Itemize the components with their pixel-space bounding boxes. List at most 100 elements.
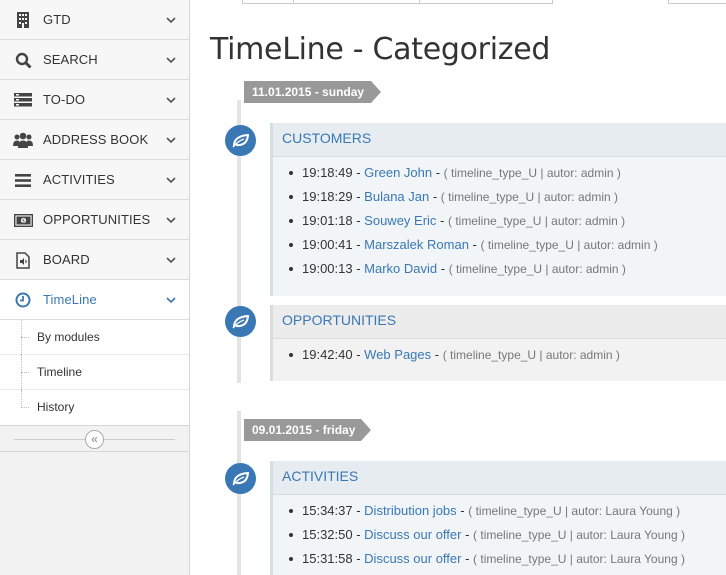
entry-time: 19:00:41 [302, 237, 353, 252]
users-icon [13, 130, 33, 150]
submenu-item-label: By modules [37, 330, 100, 344]
entry-meta: ( timeline_type_U | autor: admin ) [448, 262, 626, 276]
entry-meta: ( timeline_type_U | autor: Laura Young ) [468, 504, 681, 518]
submenu-item-label: History [37, 400, 75, 414]
sidebar-item-gtd[interactable]: GTD [0, 0, 189, 40]
tree-branch [21, 372, 29, 373]
double-chevron-left-icon[interactable]: « [85, 430, 104, 449]
entry-time: 19:18:49 [302, 165, 353, 180]
entry-link[interactable]: Discuss our offer [364, 527, 461, 542]
entry-link[interactable]: Web Pages [364, 347, 431, 362]
entry-list: 15:34:37 - Distribution jobs - ( timelin… [273, 495, 726, 575]
entry-time: 15:31:58 [302, 551, 353, 566]
entry-time: 19:42:40 [302, 347, 353, 362]
chevron-down-icon [166, 57, 176, 64]
sidebar-item-label: GTD [43, 12, 71, 27]
bars-icon [13, 170, 33, 190]
entry-time: 15:34:37 [302, 503, 353, 518]
entry-list: 19:42:40 - Web Pages - ( timeline_type_U… [273, 339, 726, 371]
tab-divider [293, 0, 294, 4]
top-right-fragment [668, 0, 726, 4]
money-icon: $ [13, 210, 33, 230]
server-list-icon [13, 90, 33, 110]
entry-link[interactable]: Discuss our offer [364, 551, 461, 566]
timeline-group-activities: ACTIVITIES 15:34:37 - Distribution jobs … [270, 461, 726, 575]
tree-branch [21, 337, 29, 338]
timeline-group-customers: CUSTOMERS 19:18:49 - Green John - ( time… [270, 123, 726, 296]
tree-line [21, 390, 22, 408]
entry-link[interactable]: Marszalek Roman [364, 237, 469, 252]
entry-link[interactable]: Bulana Jan [364, 189, 429, 204]
chevron-down-icon [166, 137, 176, 144]
entry-time: 15:32:50 [302, 527, 353, 542]
entry-link[interactable]: Distribution jobs [364, 503, 457, 518]
sidebar-item-todo[interactable]: TO-DO [0, 80, 189, 120]
list-item: 15:31:58 - Discuss our offer - ( timelin… [287, 551, 726, 575]
submenu-item-history[interactable]: History [0, 390, 189, 425]
list-item: 19:00:13 - Marko David - ( timeline_type… [287, 261, 726, 285]
entry-time: 19:01:18 [302, 213, 353, 228]
list-item: 19:18:29 - Bulana Jan - ( timeline_type_… [287, 189, 726, 213]
entry-meta: ( timeline_type_U | autor: Laura Young ) [473, 552, 685, 566]
tab-divider [419, 0, 420, 4]
list-item: 19:00:41 - Marszalek Roman - ( timeline_… [287, 237, 726, 261]
top-tabs-fragment [242, 0, 553, 4]
building-icon [13, 10, 33, 30]
list-item: 15:34:37 - Distribution jobs - ( timelin… [287, 503, 726, 527]
group-title: ACTIVITIES [273, 461, 726, 495]
tree-branch [21, 407, 29, 408]
chevron-down-icon [166, 177, 176, 184]
sidebar: GTD SEARCH TO-DO ADDRESS BOOK ACTIVITIES… [0, 0, 190, 575]
sidebar-item-label: OPPORTUNITIES [43, 212, 151, 227]
list-item: 19:18:49 - Green John - ( timeline_type_… [287, 165, 726, 189]
sidebar-item-label: TO-DO [43, 92, 86, 107]
entry-meta: ( timeline_type_U | autor: admin ) [440, 190, 618, 204]
entry-meta: ( timeline_type_U | autor: admin ) [443, 166, 621, 180]
sidebar-item-opportunities[interactable]: $ OPPORTUNITIES [0, 200, 189, 240]
timeline-group-opportunities: OPPORTUNITIES 19:42:40 - Web Pages - ( t… [270, 305, 726, 381]
sidebar-item-label: ADDRESS BOOK [43, 132, 149, 147]
leaf-icon [225, 306, 256, 337]
chevron-down-icon [166, 297, 176, 304]
entry-time: 19:18:29 [302, 189, 353, 204]
entry-link[interactable]: Marko David [364, 261, 437, 276]
audio-file-icon [13, 250, 33, 270]
chevron-down-icon [166, 257, 176, 264]
leaf-icon [225, 463, 256, 494]
list-item: 15:32:50 - Discuss our offer - ( timelin… [287, 527, 726, 551]
sidebar-item-timeline[interactable]: TimeLine [0, 280, 189, 320]
entry-meta: ( timeline_type_U | autor: admin ) [442, 348, 620, 362]
sidebar-item-label: ACTIVITIES [43, 172, 115, 187]
clock-icon [13, 290, 33, 310]
date-label: 09.01.2015 - friday [244, 419, 371, 441]
submenu-item-by-modules[interactable]: By modules [0, 320, 189, 355]
sidebar-item-label: TimeLine [43, 292, 97, 307]
page-title: TimeLine - Categorized [210, 32, 551, 67]
submenu-item-label: Timeline [37, 365, 82, 379]
entry-meta: ( timeline_type_U | autor: admin ) [480, 238, 658, 252]
search-icon [13, 50, 33, 70]
chevron-down-icon [166, 217, 176, 224]
entry-link[interactable]: Souwey Eric [364, 213, 436, 228]
sidebar-item-label: BOARD [43, 252, 90, 267]
entry-meta: ( timeline_type_U | autor: admin ) [447, 214, 626, 228]
sidebar-item-board[interactable]: BOARD [0, 240, 189, 280]
chevron-down-icon [166, 17, 176, 24]
entry-time: 19:00:13 [302, 261, 353, 276]
leaf-icon [225, 125, 256, 156]
sidebar-item-label: SEARCH [43, 52, 98, 67]
entry-link[interactable]: Green John [364, 165, 432, 180]
group-title: CUSTOMERS [273, 123, 726, 157]
date-label: 11.01.2015 - sunday [244, 81, 381, 103]
list-item: 19:42:40 - Web Pages - ( timeline_type_U… [287, 347, 726, 371]
sidebar-item-address-book[interactable]: ADDRESS BOOK [0, 120, 189, 160]
sidebar-item-search[interactable]: SEARCH [0, 40, 189, 80]
submenu-item-timeline[interactable]: Timeline [0, 355, 189, 390]
timeline-submenu: By modules Timeline History [0, 320, 189, 426]
entry-list: 19:18:49 - Green John - ( timeline_type_… [273, 157, 726, 285]
sidebar-item-activities[interactable]: ACTIVITIES [0, 160, 189, 200]
group-title: OPPORTUNITIES [273, 305, 726, 339]
entry-meta: ( timeline_type_U | autor: Laura Young ) [473, 528, 685, 542]
sidebar-collapse-bar: « [0, 426, 189, 452]
chevron-down-icon [166, 97, 176, 104]
